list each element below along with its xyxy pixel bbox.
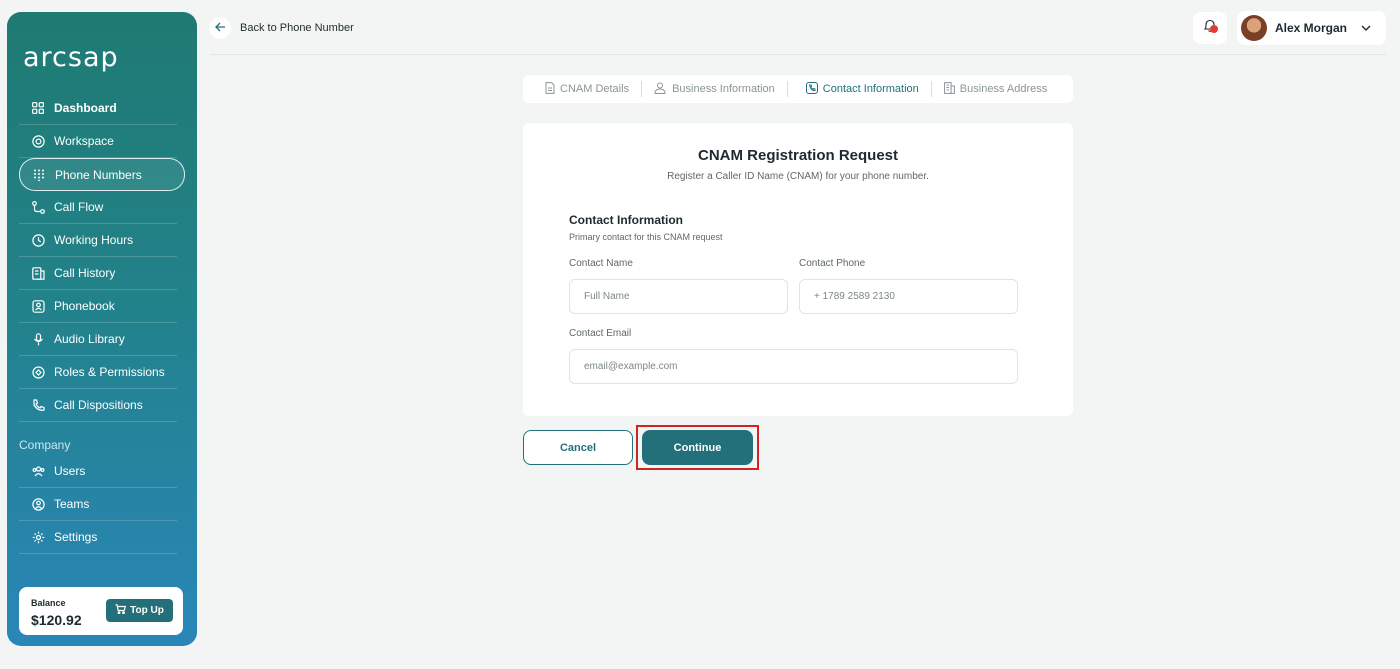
sidebar-item-label: Phone Numbers xyxy=(55,167,142,182)
notifications-button[interactable] xyxy=(1193,12,1227,44)
sidebar-item-label: Phonebook xyxy=(54,299,115,313)
sidebar-item-label: Call Dispositions xyxy=(54,398,143,412)
contact-name-field[interactable] xyxy=(569,279,788,314)
history-icon xyxy=(31,266,45,280)
sidebar-item-label: Settings xyxy=(54,530,98,544)
sidebar-item-call-history[interactable]: Call History xyxy=(19,257,177,290)
sidebar-item-dashboard[interactable]: Dashboard xyxy=(19,92,177,125)
lifebuoy-icon xyxy=(31,134,45,148)
section-title: Contact Information xyxy=(569,213,683,227)
dialpad-icon xyxy=(32,168,46,182)
contact-email-field[interactable] xyxy=(569,349,1018,384)
balance-label: Balance xyxy=(31,598,66,608)
balance-card: Balance $120.92 Top Up xyxy=(19,587,183,635)
avatar xyxy=(1241,15,1267,41)
contact-book-icon xyxy=(31,299,45,313)
phone-icon xyxy=(805,81,818,97)
sidebar-item-label: Users xyxy=(54,464,86,478)
contact-phone-field[interactable] xyxy=(799,279,1018,314)
sidebar-item-users[interactable]: Users xyxy=(19,455,177,488)
step-label: CNAM Details xyxy=(560,83,630,95)
sidebar-nav: Dashboard Workspace Phone Numbers Call F… xyxy=(19,92,185,422)
section-subtitle: Primary contact for this CNAM request xyxy=(569,232,723,242)
clock-icon xyxy=(31,233,45,247)
building-icon xyxy=(943,81,955,97)
top-up-button[interactable]: Top Up xyxy=(106,599,173,622)
step-contact-information[interactable]: Contact Information xyxy=(788,81,932,97)
sidebar: arcsap Dashboard Workspace Phone Numbers… xyxy=(7,12,197,646)
sidebar-item-label: Working Hours xyxy=(54,233,134,247)
company-section-label: Company xyxy=(19,438,71,452)
sidebar-item-working-hours[interactable]: Working Hours xyxy=(19,224,177,257)
user-name: Alex Morgan xyxy=(1275,21,1348,35)
step-business-information[interactable]: Business Information xyxy=(642,81,788,97)
cart-icon xyxy=(115,604,127,617)
page-title: CNAM Registration Request xyxy=(697,147,899,164)
grid-icon xyxy=(31,101,45,115)
gear-icon xyxy=(31,530,45,544)
step-label: Business Address xyxy=(959,83,1048,95)
sidebar-item-settings[interactable]: Settings xyxy=(19,521,177,554)
sidebar-item-label: Dashboard xyxy=(54,101,117,115)
sidebar-item-call-flow[interactable]: Call Flow xyxy=(19,191,177,224)
back-link[interactable]: Back to Phone Number xyxy=(240,22,354,34)
users-icon xyxy=(31,464,45,478)
phone-icon xyxy=(31,398,45,412)
sidebar-item-call-dispositions[interactable]: Call Dispositions xyxy=(19,389,177,422)
header-divider xyxy=(210,54,1386,55)
sidebar-item-phone-numbers[interactable]: Phone Numbers xyxy=(19,158,185,191)
sidebar-item-roles-permissions[interactable]: Roles & Permissions xyxy=(19,356,177,389)
notification-badge xyxy=(1210,25,1218,33)
sidebar-item-label: Workspace xyxy=(54,134,114,148)
contact-name-label: Contact Name xyxy=(569,258,633,269)
balance-value: $120.92 xyxy=(31,612,82,628)
back-button[interactable] xyxy=(209,17,231,39)
continue-button[interactable]: Continue xyxy=(642,430,753,465)
page-subtitle: Register a Caller ID Name (CNAM) for you… xyxy=(667,171,929,182)
sidebar-item-label: Call Flow xyxy=(54,200,104,214)
step-label: Contact Information xyxy=(822,83,919,95)
shield-icon xyxy=(31,365,45,379)
sidebar-item-label: Call History xyxy=(54,266,116,280)
microphone-icon xyxy=(31,332,45,346)
cnam-form-card: CNAM Registration Request Register a Cal… xyxy=(523,123,1073,416)
sidebar-item-label: Roles & Permissions xyxy=(54,365,165,379)
step-business-address[interactable]: Business Address xyxy=(932,81,1059,97)
sidebar-item-audio-library[interactable]: Audio Library xyxy=(19,323,177,356)
contact-phone-label: Contact Phone xyxy=(799,258,866,269)
team-icon xyxy=(31,497,45,511)
document-icon xyxy=(545,81,555,97)
sidebar-item-label: Audio Library xyxy=(54,332,125,346)
step-cnam-details[interactable]: CNAM Details xyxy=(523,81,643,97)
sidebar-item-workspace[interactable]: Workspace xyxy=(19,125,177,158)
company-nav: Users Teams Settings xyxy=(19,455,177,554)
arrow-left-icon xyxy=(214,19,226,37)
flow-icon xyxy=(31,200,45,214)
sidebar-item-teams[interactable]: Teams xyxy=(19,488,177,521)
sidebar-item-label: Teams xyxy=(54,497,90,511)
business-icon xyxy=(654,82,667,97)
contact-email-label: Contact Email xyxy=(569,328,632,339)
sidebar-item-phonebook[interactable]: Phonebook xyxy=(19,290,177,323)
form-stepper: CNAM Details Business Information Contac… xyxy=(523,75,1073,103)
brand-logo[interactable]: arcsap xyxy=(23,42,119,73)
step-label: Business Information xyxy=(672,83,775,95)
user-menu[interactable]: Alex Morgan xyxy=(1237,11,1386,45)
top-up-label: Top Up xyxy=(130,605,164,616)
cancel-button[interactable]: Cancel xyxy=(523,430,633,465)
chevron-down-icon xyxy=(1360,21,1372,39)
